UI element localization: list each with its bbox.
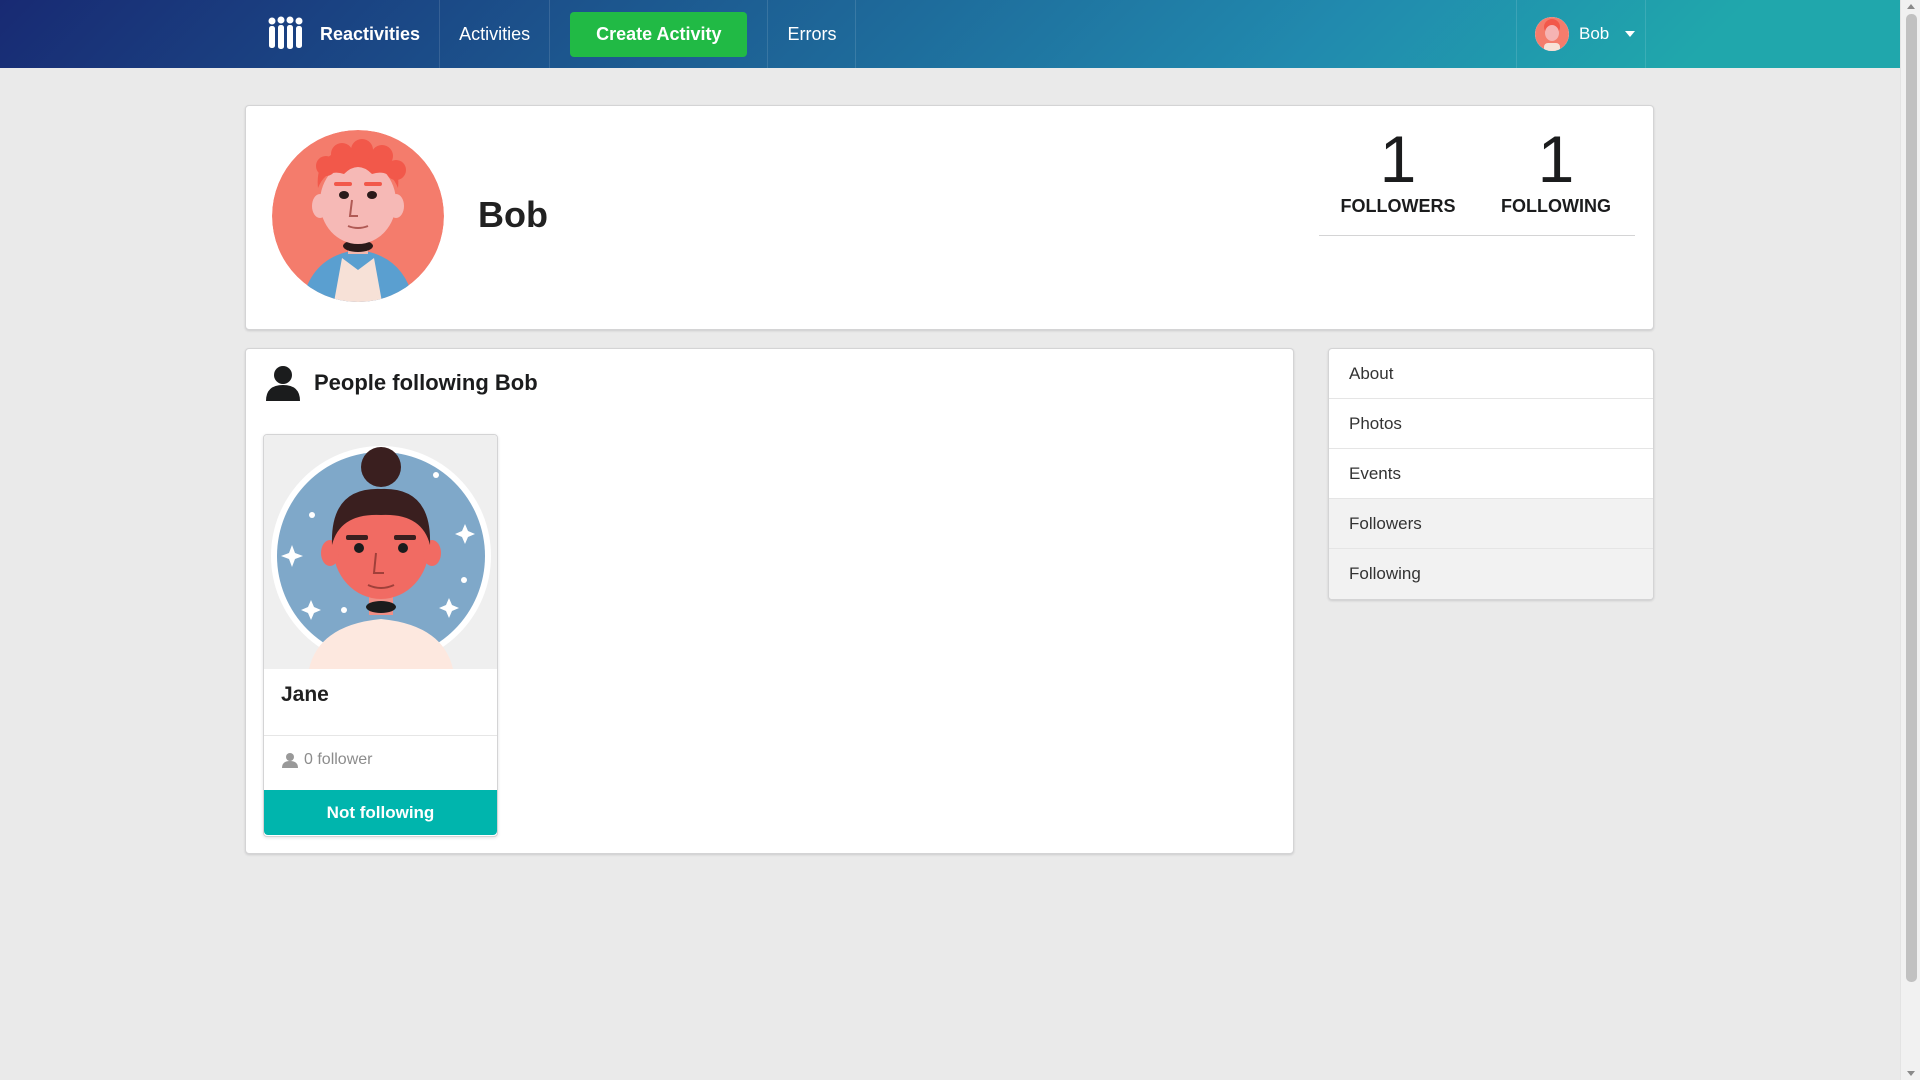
nav-create-wrap: Create Activity	[550, 0, 769, 68]
panel-title: People following Bob	[314, 370, 538, 395]
panel-header: People following Bob	[266, 365, 538, 401]
card-image[interactable]	[264, 435, 497, 669]
follow-toggle-button[interactable]: Not following	[264, 790, 497, 835]
profile-avatar-image	[272, 130, 444, 302]
menu-item-following[interactable]: Following	[1329, 549, 1653, 599]
menu-item-followers[interactable]: Followers	[1329, 499, 1653, 549]
following-count: 1	[1537, 122, 1575, 196]
navbar: Reactivities Activities Create Activity …	[0, 0, 1900, 68]
user-icon	[282, 752, 298, 768]
card-name[interactable]: Jane	[281, 683, 329, 707]
card-followers: 0 follower	[264, 735, 497, 783]
profile-header: Bob 1 FOLLOWERS 1 FOLLOWING	[245, 105, 1654, 330]
nav-brand[interactable]: Reactivities	[246, 0, 441, 68]
profile-card[interactable]: Jane 0 follower Not following	[263, 434, 498, 837]
scrollbar[interactable]	[1900, 0, 1920, 1080]
following-stat: 1 FOLLOWING	[1477, 124, 1635, 235]
reactivities-logo-icon	[268, 16, 303, 49]
nav-activities[interactable]: Activities	[440, 0, 551, 68]
followers-count: 1	[1379, 122, 1417, 196]
menu-item-events[interactable]: Events	[1329, 449, 1653, 499]
nav-errors[interactable]: Errors	[768, 0, 857, 68]
menu-item-photos[interactable]: Photos	[1329, 399, 1653, 449]
caret-down-icon	[1625, 31, 1636, 37]
following-label: FOLLOWING	[1501, 196, 1611, 216]
avatar	[1535, 17, 1569, 51]
create-activity-button[interactable]: Create Activity	[570, 11, 748, 57]
card-followers-text: 0 follower	[304, 750, 373, 768]
scroll-down-icon[interactable]	[1907, 1071, 1915, 1076]
user-dropdown[interactable]: Bob	[1516, 0, 1646, 68]
nav-menu: Reactivities Activities Create Activity …	[246, 0, 857, 68]
profile-menu: About Photos Events Followers Following	[1328, 348, 1654, 600]
followers-panel: People following Bob Jane 0 follower Not…	[245, 348, 1294, 854]
profile-stats: 1 FOLLOWERS 1 FOLLOWING	[1319, 124, 1635, 236]
profile-name: Bob	[478, 194, 548, 235]
user-icon	[266, 366, 300, 401]
user-name: Bob	[1579, 24, 1610, 43]
scroll-up-icon[interactable]	[1907, 4, 1915, 9]
followers-label: FOLLOWERS	[1340, 196, 1456, 216]
profile-avatar	[272, 130, 444, 302]
followers-stat: 1 FOLLOWERS	[1319, 124, 1477, 235]
scroll-thumb[interactable]	[1906, 14, 1917, 982]
brand-label: Reactivities	[320, 23, 421, 44]
menu-item-about[interactable]: About	[1329, 349, 1653, 399]
